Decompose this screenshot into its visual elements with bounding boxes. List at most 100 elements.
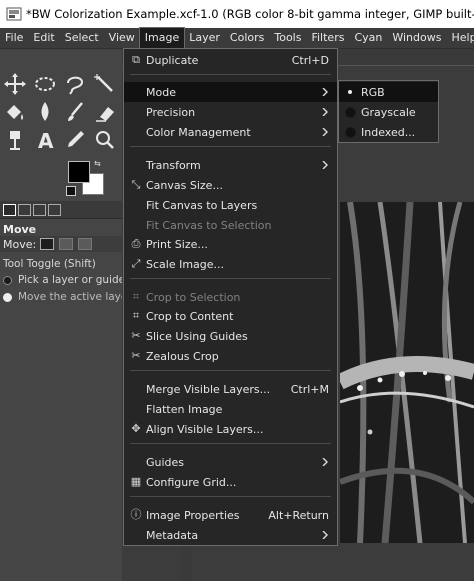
menu-separator: [130, 74, 331, 75]
menu-filters[interactable]: Filters: [306, 28, 349, 48]
tool-toggle-label: Tool Toggle (Shift): [3, 258, 96, 270]
menu-item-canvas-size[interactable]: ⤡ Canvas Size...: [124, 175, 337, 195]
selected-radio-dot-icon: [348, 90, 352, 94]
grayscale-grass-photo[interactable]: [340, 202, 474, 543]
move-path-icon[interactable]: [78, 238, 93, 250]
swap-colors-icon[interactable]: ⇆: [94, 159, 101, 168]
menu-tools[interactable]: Tools: [269, 28, 306, 48]
menu-item-duplicate[interactable]: ⧉ Duplicate Ctrl+D: [124, 50, 337, 70]
menu-item-transform[interactable]: Transform: [124, 155, 337, 175]
align-icon: ✥: [131, 422, 141, 435]
pick-layer-radio[interactable]: [3, 275, 12, 285]
crop-icon: ⌗: [132, 290, 140, 303]
printer-icon: ⎙: [131, 237, 141, 250]
duplicate-icon: ⧉: [132, 53, 140, 66]
align-visible-label: Align Visible Layers...: [146, 422, 264, 436]
menu-item-precision[interactable]: Precision: [124, 102, 337, 122]
menu-item-flatten[interactable]: Flatten Image: [124, 399, 337, 419]
pick-layer-option[interactable]: Pick a layer or guide: [3, 274, 125, 286]
lasso-select-icon[interactable]: [62, 71, 88, 97]
slice-icon: ✂: [131, 329, 141, 342]
grid-icon: ▦: [130, 475, 142, 488]
submenu-arrow-icon: [322, 88, 328, 96]
tool-options-tab-icon[interactable]: [3, 203, 16, 216]
eraser-icon[interactable]: [92, 99, 118, 125]
menu-windows[interactable]: Windows: [387, 28, 446, 48]
menu-help[interactable]: Help: [446, 28, 474, 48]
images-tab-icon[interactable]: [48, 203, 61, 216]
menu-item-crop-selection: ⌗ Crop to Selection: [124, 287, 337, 307]
scale-image-icon: ⤢: [131, 257, 141, 270]
menu-item-fit-canvas-layers[interactable]: Fit Canvas to Layers: [124, 195, 337, 215]
svg-text:A: A: [38, 129, 54, 153]
pick-layer-label: Pick a layer or guide: [18, 274, 126, 286]
move-active-layer-radio[interactable]: [3, 292, 12, 302]
menu-item-mode[interactable]: Mode: [124, 82, 337, 102]
menu-item-align-visible[interactable]: ✥ Align Visible Layers...: [124, 419, 337, 439]
foreground-color-swatch[interactable]: [68, 161, 90, 183]
move-active-layer-option[interactable]: Move the active layer: [3, 291, 132, 303]
fg-bg-color-selector[interactable]: ⇆: [66, 159, 108, 197]
zoom-tool-icon[interactable]: [92, 127, 118, 153]
menu-item-configure-grid[interactable]: ▦ Configure Grid...: [124, 472, 337, 492]
merge-visible-shortcut: Ctrl+M: [290, 382, 329, 396]
undo-history-tab-icon[interactable]: [33, 203, 46, 216]
clone-tool-icon[interactable]: [2, 127, 28, 153]
crop-icon: ⌗: [132, 309, 140, 322]
menu-colors[interactable]: Colors: [225, 28, 269, 48]
zealous-crop-icon: ✂: [131, 349, 141, 362]
menu-image[interactable]: Image: [138, 27, 186, 49]
merge-visible-label: Merge Visible Layers...: [146, 382, 271, 396]
text-tool-icon[interactable]: A: [32, 127, 58, 153]
menu-cyan[interactable]: Cyan: [349, 28, 387, 48]
slice-guides-label: Slice Using Guides: [146, 329, 248, 343]
menu-item-guides[interactable]: Guides: [124, 452, 337, 472]
mode-item-grayscale[interactable]: Grayscale: [339, 102, 438, 122]
flatten-label: Flatten Image: [146, 402, 223, 416]
menu-item-slice-guides[interactable]: ✂ Slice Using Guides: [124, 326, 337, 346]
menu-select[interactable]: Select: [60, 28, 104, 48]
submenu-arrow-icon: [322, 531, 328, 539]
canvas-size-label: Canvas Size...: [146, 178, 223, 192]
fuzzy-select-icon[interactable]: [92, 71, 118, 97]
submenu-arrow-icon: [322, 161, 328, 169]
menu-item-zealous-crop[interactable]: ✂ Zealous Crop: [124, 346, 337, 366]
radio-icon: [345, 106, 356, 118]
menu-edit[interactable]: Edit: [28, 28, 59, 48]
mode-item-indexed[interactable]: Indexed...: [339, 122, 438, 142]
move-layer-icon[interactable]: [40, 238, 55, 250]
fit-canvas-layers-label: Fit Canvas to Layers: [146, 198, 258, 212]
menu-layer[interactable]: Layer: [184, 28, 225, 48]
bucket-fill-icon[interactable]: [2, 99, 28, 125]
move-selection-icon[interactable]: [59, 238, 74, 250]
paintbrush-icon[interactable]: [62, 99, 88, 125]
reset-colors-icon[interactable]: [66, 186, 76, 196]
menu-item-metadata[interactable]: Metadata: [124, 525, 337, 545]
menu-separator: [130, 370, 331, 371]
mode-label: Mode: [146, 85, 176, 99]
device-status-tab-icon[interactable]: [18, 203, 31, 216]
paint-drop-icon[interactable]: [32, 99, 58, 125]
menu-item-image-properties[interactable]: ⓘ Image Properties Alt+Return: [124, 505, 337, 525]
window-title: *BW Colorization Example.xcf-1.0 (RGB co…: [26, 7, 474, 21]
tool-options-title: Move: [3, 223, 37, 236]
move-tool-icon[interactable]: [2, 71, 28, 97]
duplicate-label: Duplicate: [146, 53, 199, 67]
menu-view[interactable]: View: [104, 28, 140, 48]
mode-item-rgb[interactable]: RGB: [339, 82, 438, 102]
menu-item-fit-canvas-selection: Fit Canvas to Selection: [124, 215, 337, 235]
menu-item-print-size[interactable]: ⎙ Print Size...: [124, 234, 337, 254]
menu-file[interactable]: File: [0, 28, 28, 48]
menu-item-color-management[interactable]: Color Management: [124, 122, 337, 142]
ellipse-select-icon[interactable]: [32, 71, 58, 97]
window-titlebar: *BW Colorization Example.xcf-1.0 (RGB co…: [0, 0, 474, 28]
move-type-row: Move:: [0, 236, 122, 252]
rgb-label: RGB: [361, 85, 385, 99]
color-management-label: Color Management: [146, 125, 251, 139]
menu-item-merge-visible[interactable]: Merge Visible Layers... Ctrl+M: [124, 379, 337, 399]
submenu-arrow-icon: [322, 108, 328, 116]
menu-item-scale-image[interactable]: ⤢ Scale Image...: [124, 254, 337, 274]
color-picker-icon[interactable]: [62, 127, 88, 153]
metadata-label: Metadata: [146, 528, 199, 542]
menu-item-crop-content[interactable]: ⌗ Crop to Content: [124, 306, 337, 326]
